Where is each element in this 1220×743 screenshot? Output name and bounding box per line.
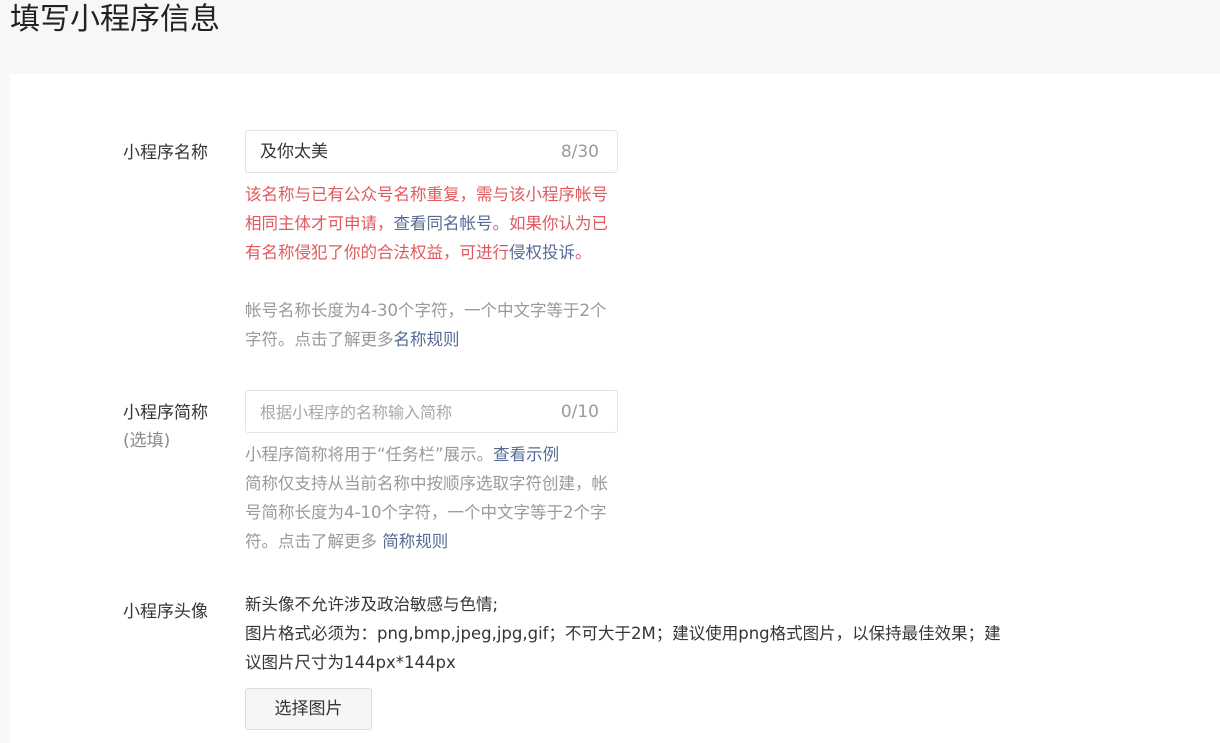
short-name-hint-text: 小程序简称将用于“任务栏”展示。 bbox=[245, 445, 494, 464]
short-name-placeholder[interactable]: 根据小程序的名称输入简称 bbox=[260, 391, 452, 434]
short-name-label: 小程序简称 (选填) bbox=[123, 399, 208, 455]
view-same-name-account-link[interactable]: 查看同名帐号 bbox=[394, 214, 493, 233]
short-name-hint: 小程序简称将用于“任务栏”展示。查看示例 简称仅支持从当前名称中按顺序选取字符创建… bbox=[245, 440, 620, 556]
name-char-counter: 8/30 bbox=[560, 142, 599, 162]
choose-image-button[interactable]: 选择图片 bbox=[245, 688, 372, 730]
short-name-label-text: 小程序简称 bbox=[123, 403, 208, 423]
form-panel: 小程序名称 及你太美 8/30 该名称与已有公众号名称重复，需与该小程序帐号相同… bbox=[10, 74, 1220, 743]
name-error-message: 该名称与已有公众号名称重复，需与该小程序帐号相同主体才可申请，查看同名帐号。如果… bbox=[245, 180, 620, 267]
name-hint: 帐号名称长度为4-30个字符，一个中文字等于2个字符。点击了解更多名称规则 bbox=[245, 296, 620, 354]
view-example-link[interactable]: 查看示例 bbox=[493, 445, 559, 464]
optional-tag: (选填) bbox=[123, 431, 171, 451]
page-title: 填写小程序信息 bbox=[10, 2, 220, 37]
name-label: 小程序名称 bbox=[123, 143, 208, 163]
name-error-text-3: 。 bbox=[575, 243, 592, 262]
avatar-desc-line-2: 图片格式必须为：png,bmp,jpeg,jpg,gif；不可大于2M；建议使用… bbox=[245, 624, 1001, 672]
avatar-desc-line-1: 新头像不允许涉及政治敏感与色情; bbox=[245, 595, 499, 614]
name-input[interactable]: 及你太美 8/30 bbox=[245, 130, 618, 173]
name-input-value[interactable]: 及你太美 bbox=[260, 131, 328, 174]
short-name-input[interactable]: 根据小程序的名称输入简称 0/10 bbox=[245, 390, 618, 433]
short-name-rules-link[interactable]: 简称规则 bbox=[382, 532, 448, 551]
short-name-char-counter: 0/10 bbox=[560, 402, 599, 422]
avatar-label: 小程序头像 bbox=[123, 602, 208, 622]
name-rules-link[interactable]: 名称规则 bbox=[394, 330, 460, 349]
infringement-complaint-link[interactable]: 侵权投诉 bbox=[509, 243, 575, 262]
avatar-description: 新头像不允许涉及政治敏感与色情; 图片格式必须为：png,bmp,jpeg,jp… bbox=[245, 590, 1005, 677]
